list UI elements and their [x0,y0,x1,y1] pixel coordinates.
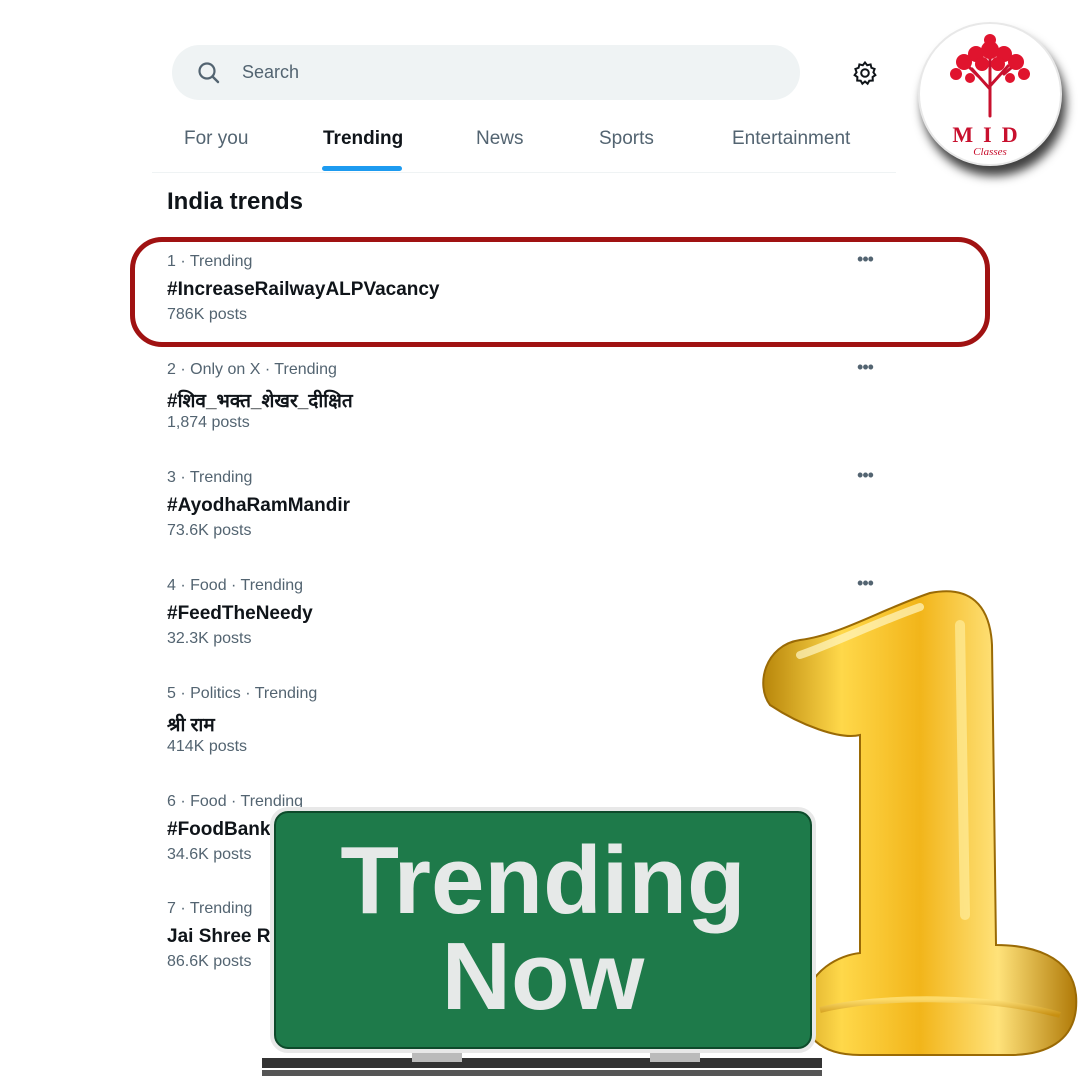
trend-item[interactable]: 3 · Trending #AyodhaRamMandir 73.6K post… [167,465,887,559]
trending-now-sign: Trending Now [262,805,822,1080]
sign-gantry-image [262,1050,822,1076]
trend-meta: 3 · Trending [167,469,253,486]
trend-count: 86.6K posts [167,953,252,970]
trend-tag[interactable]: #शिव_भक्त_शेखर_दीक्षित [167,387,353,413]
tab-trending[interactable]: Trending [323,128,403,150]
trend-count: 73.6K posts [167,522,252,539]
tab-for-you[interactable]: For you [184,128,248,150]
tree-icon [950,34,1030,118]
trend-meta: 7 · Trending [167,900,253,917]
trend-tag[interactable]: #AyodhaRamMandir [167,495,350,517]
search-bar[interactable]: Search [172,45,800,100]
brand-logo: MID Classes [918,22,1062,166]
trend-tag[interactable]: श्री राम [167,711,215,737]
tab-sports[interactable]: Sports [599,128,654,150]
highlight-outline [130,237,990,347]
trend-meta: 2 · Only on X · Trending [167,361,337,378]
tab-news[interactable]: News [476,128,524,150]
tab-bar: For you Trending News Sports Entertainme… [152,112,896,173]
brand-subtitle: Classes [973,146,1007,158]
sign-line-1: Trending [340,827,746,934]
trend-count: 414K posts [167,738,248,755]
trend-count: 32.3K posts [167,630,252,647]
trend-meta: 5 · Politics · Trending [167,685,318,702]
trend-meta: 4 · Food · Trending [167,577,304,594]
brand-name: MID [952,122,1028,147]
tab-entertainment[interactable]: Entertainment [732,128,850,150]
trend-item[interactable]: 2 · Only on X · Trending #शिव_भक्त_शेखर_… [167,357,887,451]
trend-count: 1,874 posts [167,414,250,431]
search-input[interactable]: Search [242,62,299,83]
sign-line-2: Now [441,923,645,1030]
active-tab-indicator [322,166,402,171]
trend-tag[interactable]: #FeedTheNeedy [167,603,313,625]
trend-tag[interactable]: #FoodBank [167,819,270,841]
gear-icon[interactable] [852,60,878,86]
section-title: India trends [167,188,304,215]
more-options-icon[interactable]: ••• [853,357,877,377]
search-icon [196,60,222,86]
sign-panel: Trending Now [270,807,816,1053]
trend-count: 34.6K posts [167,846,252,863]
more-options-icon[interactable]: ••• [853,465,877,485]
